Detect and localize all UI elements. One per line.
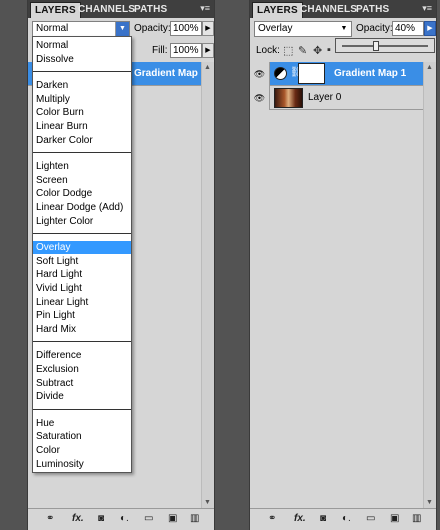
fill-slider-toggle[interactable]: ▶ bbox=[202, 43, 214, 58]
blend-mode-option-hard-light[interactable]: Hard Light bbox=[33, 268, 131, 281]
link-icon[interactable]: ⚭ bbox=[46, 513, 54, 524]
menu-separator bbox=[33, 233, 131, 235]
blend-mode-select[interactable]: Normal ▼ bbox=[32, 21, 130, 37]
lock-label: Lock: bbox=[256, 45, 280, 56]
scroll-down-icon[interactable]: ▼ bbox=[204, 499, 211, 506]
chevron-down-icon[interactable]: ▼ bbox=[337, 22, 351, 36]
blend-mode-option-difference[interactable]: Difference bbox=[33, 349, 131, 362]
trash-icon[interactable]: ▥ bbox=[190, 513, 199, 524]
panel-tab-bar: LAYERS CHANNELS PATHS ▾≡ bbox=[28, 0, 214, 18]
blend-mode-option-linear-burn[interactable]: Linear Burn bbox=[33, 120, 131, 133]
opacity-slider-toggle[interactable]: ▶ bbox=[202, 21, 214, 36]
link-icon[interactable]: ⚭ bbox=[268, 513, 276, 524]
blend-mode-option-exclusion[interactable]: Exclusion bbox=[33, 363, 131, 376]
lock-transparency-icon[interactable]: ⬚ bbox=[283, 44, 293, 57]
blend-mode-option-color[interactable]: Color bbox=[33, 444, 131, 457]
blend-mode-option-color-dodge[interactable]: Color Dodge bbox=[33, 187, 131, 200]
opacity-label: Opacity: bbox=[356, 23, 393, 34]
blend-mode-option-dissolve[interactable]: Dissolve bbox=[33, 53, 131, 66]
layer-thumbnail[interactable] bbox=[274, 88, 303, 108]
opacity-slider-track[interactable] bbox=[342, 45, 428, 47]
blend-mode-option-linear-light[interactable]: Linear Light bbox=[33, 296, 131, 309]
fx-icon[interactable]: fx. bbox=[72, 513, 84, 524]
scroll-up-icon[interactable]: ▲ bbox=[426, 64, 433, 71]
lock-all-icon[interactable]: ▪ bbox=[327, 44, 331, 56]
layer-mask-thumbnail[interactable] bbox=[298, 63, 325, 84]
adjustment-layer-icon[interactable]: ◐. bbox=[120, 513, 129, 524]
blend-mode-option-subtract[interactable]: Subtract bbox=[33, 377, 131, 390]
opacity-field[interactable]: 100% bbox=[170, 21, 202, 36]
blend-mode-option-overlay[interactable]: Overlay bbox=[33, 241, 131, 255]
layer-row-layer-0[interactable]: 👁 Layer 0 bbox=[250, 86, 436, 110]
layer-mask-icon[interactable]: ◙ bbox=[320, 513, 326, 524]
opacity-slider-popup[interactable] bbox=[335, 38, 435, 53]
lock-move-icon[interactable]: ✥ bbox=[313, 44, 322, 57]
tab-paths[interactable]: PATHS bbox=[130, 2, 171, 18]
adjustment-layer-icon[interactable]: ◐. bbox=[342, 513, 351, 524]
new-layer-icon[interactable]: ▣ bbox=[390, 513, 399, 524]
layers-scrollbar[interactable]: ▲ ▼ bbox=[423, 62, 436, 508]
menu-separator bbox=[33, 408, 131, 410]
eye-icon[interactable]: 👁 bbox=[250, 86, 270, 110]
eye-icon[interactable]: 👁 bbox=[250, 62, 270, 86]
gradient-map-adjustment-icon bbox=[274, 67, 287, 80]
layer-name: Gradient Map 1 bbox=[134, 68, 207, 79]
fill-label: Fill: bbox=[152, 45, 168, 56]
blend-mode-option-saturation[interactable]: Saturation bbox=[33, 430, 131, 443]
scroll-down-icon[interactable]: ▼ bbox=[426, 499, 433, 506]
blend-mode-option-multiply[interactable]: Multiply bbox=[33, 93, 131, 106]
blend-mode-option-vivid-light[interactable]: Vivid Light bbox=[33, 282, 131, 295]
opacity-field[interactable]: 40% bbox=[392, 21, 424, 36]
blend-mode-option-screen[interactable]: Screen bbox=[33, 174, 131, 187]
blend-mode-dropdown: Normal Dissolve Darken Multiply Color Burn Li… bbox=[32, 36, 132, 473]
opacity-slider-knob[interactable] bbox=[373, 41, 380, 51]
layers-scrollbar[interactable]: ▲ ▼ bbox=[201, 62, 214, 508]
new-layer-icon[interactable]: ▣ bbox=[168, 513, 177, 524]
panel-menu-icon[interactable]: ▾≡ bbox=[200, 3, 210, 14]
blend-mode-option-lighten[interactable]: Lighten bbox=[33, 160, 131, 173]
opacity-label: Opacity: bbox=[134, 23, 171, 34]
lock-brush-icon[interactable]: ✎ bbox=[298, 44, 307, 57]
trash-icon[interactable]: ▥ bbox=[412, 513, 421, 524]
blend-mode-option-hue[interactable]: Hue bbox=[33, 417, 131, 430]
layers-bottom-toolbar: ⚭ fx. ◙ ◐. ▭ ▣ ▥ bbox=[250, 508, 436, 530]
blend-mode-option-lighter-color[interactable]: Lighter Color bbox=[33, 215, 131, 228]
menu-separator bbox=[33, 341, 131, 343]
layer-name: Gradient Map 1 bbox=[334, 68, 407, 79]
blend-mode-option-luminosity[interactable]: Luminosity bbox=[33, 458, 131, 471]
menu-separator bbox=[33, 71, 131, 73]
blend-mode-option-linear-dodge-add[interactable]: Linear Dodge (Add) bbox=[33, 201, 131, 214]
tab-paths[interactable]: PATHS bbox=[352, 2, 393, 18]
chevron-down-icon[interactable]: ▼ bbox=[115, 22, 129, 36]
blend-mode-option-color-burn[interactable]: Color Burn bbox=[33, 106, 131, 119]
blend-mode-option-normal[interactable]: Normal bbox=[33, 39, 131, 52]
blend-mode-value: Normal bbox=[36, 23, 69, 34]
layer-list: 👁 ⛓ Gradient Map 1 👁 Layer 0 bbox=[250, 62, 436, 508]
menu-separator bbox=[33, 152, 131, 154]
layer-row-gradient-map[interactable]: 👁 ⛓ Gradient Map 1 bbox=[250, 62, 436, 86]
layer-name: Layer 0 bbox=[308, 92, 342, 103]
panel-tab-bar: LAYERS CHANNELS PATHS ▾≡ bbox=[250, 0, 436, 18]
fx-icon[interactable]: fx. bbox=[294, 513, 306, 524]
layer-mask-icon[interactable]: ◙ bbox=[98, 513, 104, 524]
blend-mode-option-darken[interactable]: Darken bbox=[33, 79, 131, 92]
blend-mode-option-darker-color[interactable]: Darker Color bbox=[33, 134, 131, 147]
layers-panel-right: LAYERS CHANNELS PATHS ▾≡ Overlay ▼ Opaci… bbox=[249, 0, 437, 530]
blend-mode-option-hard-mix[interactable]: Hard Mix bbox=[33, 323, 131, 336]
group-folder-icon[interactable]: ▭ bbox=[366, 513, 375, 524]
scroll-up-icon[interactable]: ▲ bbox=[204, 64, 211, 71]
layers-bottom-toolbar: ⚭ fx. ◙ ◐. ▭ ▣ ▥ bbox=[28, 508, 214, 530]
group-folder-icon[interactable]: ▭ bbox=[144, 513, 153, 524]
opacity-slider-toggle[interactable]: ▶ bbox=[424, 21, 436, 36]
blend-mode-option-soft-light[interactable]: Soft Light bbox=[33, 255, 131, 268]
panel-menu-icon[interactable]: ▾≡ bbox=[422, 3, 432, 14]
blend-mode-value: Overlay bbox=[258, 23, 293, 34]
blend-mode-select[interactable]: Overlay ▼ bbox=[254, 21, 352, 37]
blend-mode-option-divide[interactable]: Divide bbox=[33, 390, 131, 403]
fill-field[interactable]: 100% bbox=[170, 43, 202, 58]
blend-mode-option-pin-light[interactable]: Pin Light bbox=[33, 309, 131, 322]
